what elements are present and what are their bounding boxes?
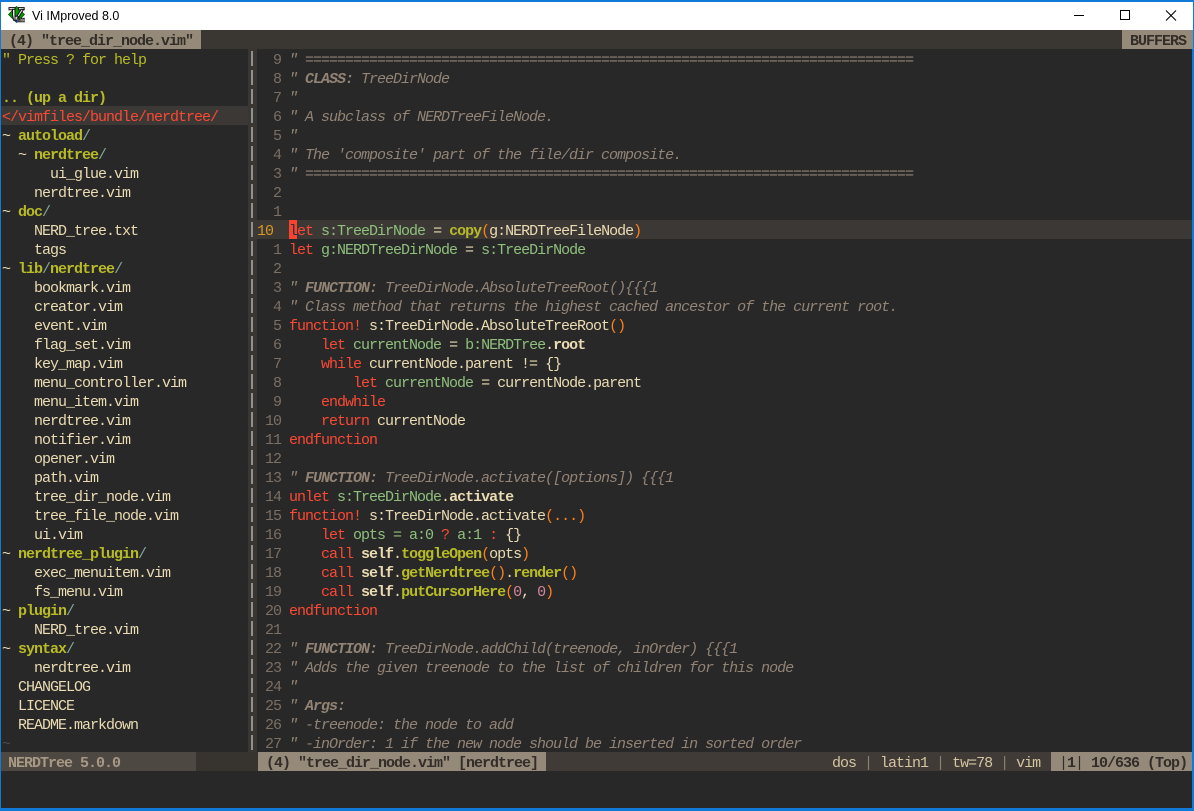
svg-text:im: im bbox=[17, 15, 25, 23]
